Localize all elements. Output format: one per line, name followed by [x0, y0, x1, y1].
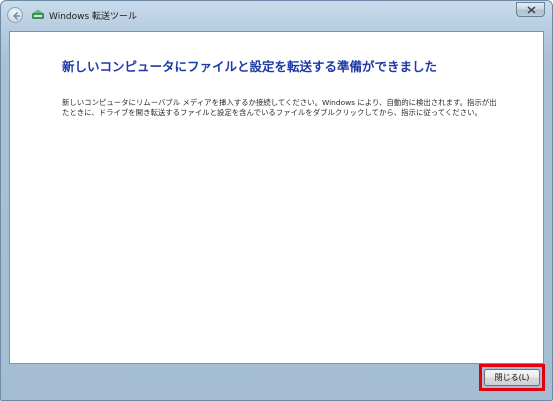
- back-arrow-icon: [12, 11, 20, 21]
- close-button[interactable]: 閉じる(L): [484, 369, 540, 386]
- app-window: Windows 転送ツール 新しいコンピュータにファイルと設定を転送する準備がで…: [0, 0, 553, 401]
- instruction-text: 新しいコンピュータにリムーバブル メディアを挿入するか接続してください。Wind…: [62, 98, 497, 117]
- close-icon: [527, 6, 536, 14]
- back-button[interactable]: [7, 7, 23, 23]
- content-area: 新しいコンピュータにファイルと設定を転送する準備ができました 新しいコンピュータ…: [9, 31, 544, 364]
- window-close-button[interactable]: [516, 2, 545, 17]
- title-bar: Windows 転送ツール: [1, 1, 552, 31]
- footer: 閉じる(L): [1, 364, 552, 400]
- page-heading: 新しいコンピュータにファイルと設定を転送する準備ができました: [62, 59, 438, 74]
- highlight-frame: 閉じる(L): [479, 364, 545, 391]
- window-title: Windows 転送ツール: [49, 12, 138, 22]
- transfer-icon: [32, 9, 44, 19]
